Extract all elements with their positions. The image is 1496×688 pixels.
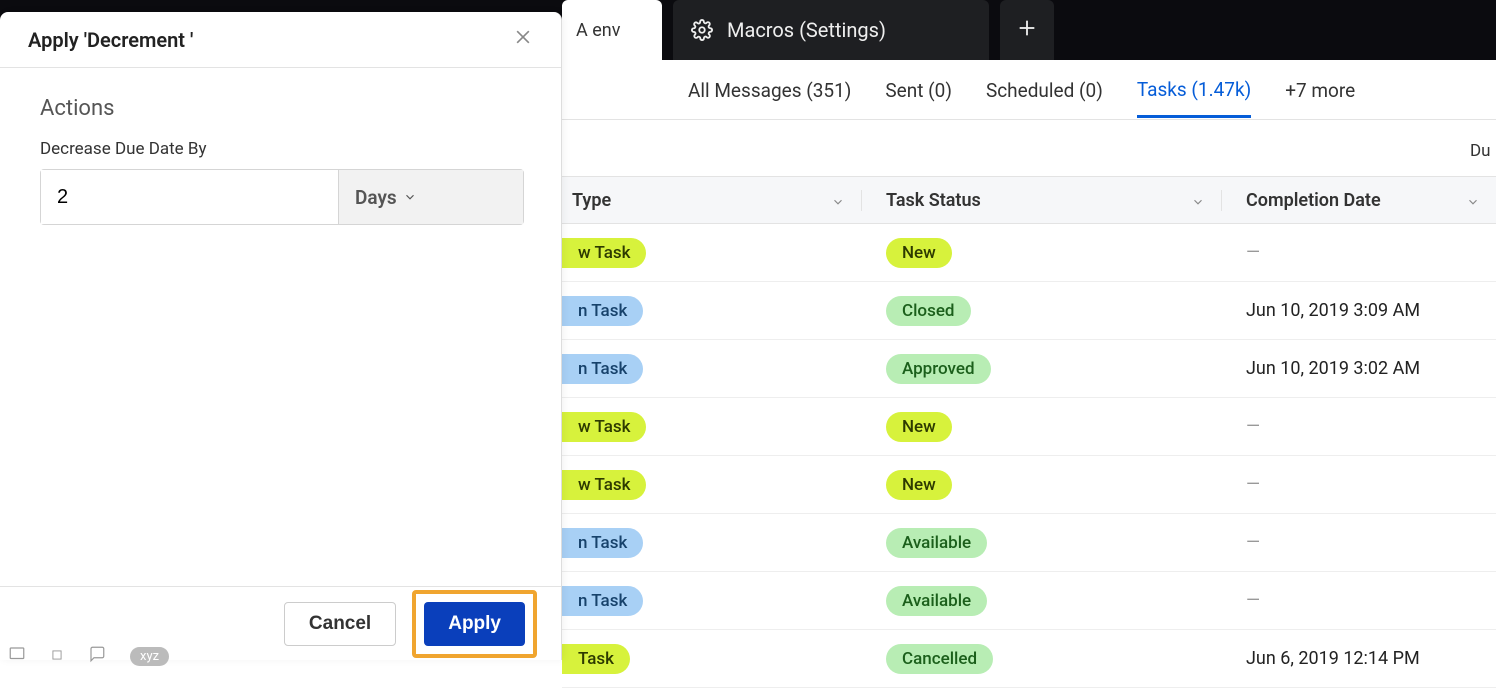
- cell-completion-date: Jun 10, 2019 3:02 AM: [1222, 358, 1496, 379]
- apply-button-highlight: Apply: [412, 590, 537, 658]
- column-header-status[interactable]: Task Status: [862, 190, 1222, 211]
- decrease-due-date-label: Decrease Due Date By: [40, 139, 521, 159]
- table-row[interactable]: w Task New —: [562, 398, 1496, 456]
- table-row[interactable]: n Task Available —: [562, 572, 1496, 630]
- subtab-sent[interactable]: Sent (0): [885, 63, 952, 116]
- type-pill: n Task: [562, 354, 643, 384]
- due-date-header-fragment: Du: [1470, 134, 1496, 168]
- actions-heading: Actions: [40, 96, 521, 121]
- cell-type: n Task: [562, 354, 862, 384]
- cell-completion-date: —: [1222, 590, 1496, 611]
- unit-select[interactable]: Days: [338, 170, 523, 224]
- status-pill: New: [886, 238, 952, 268]
- browser-tab-env[interactable]: A env: [562, 0, 662, 60]
- cell-type: w Task: [562, 412, 862, 442]
- cell-completion-date: —: [1222, 532, 1496, 553]
- table-row[interactable]: Task Cancelled Jun 6, 2019 12:14 PM: [562, 630, 1496, 688]
- type-pill: w Task: [562, 412, 646, 442]
- macros-tab-label: Macros (Settings): [727, 18, 886, 42]
- table-row[interactable]: w Task New —: [562, 224, 1496, 282]
- chevron-down-icon: [831, 193, 845, 207]
- modal-header: Apply 'Decrement ': [0, 12, 561, 68]
- cell-completion-date: Jun 10, 2019 3:09 AM: [1222, 300, 1496, 321]
- cell-status: Available: [862, 528, 1222, 558]
- apply-button[interactable]: Apply: [424, 602, 525, 646]
- cell-type: n Task: [562, 296, 862, 326]
- column-completion-label: Completion Date: [1246, 190, 1381, 211]
- subtabs-row: All Messages (351) Sent (0) Scheduled (0…: [562, 60, 1496, 120]
- unit-label: Days: [355, 186, 397, 209]
- apply-decrement-modal: Apply 'Decrement ' Actions Decrease Due …: [0, 12, 562, 660]
- cell-completion-date: —: [1222, 474, 1496, 495]
- cell-status: Approved: [862, 354, 1222, 384]
- gear-icon: [691, 19, 713, 41]
- modal-title: Apply 'Decrement ': [28, 28, 193, 52]
- subtab-more[interactable]: +7 more: [1285, 63, 1355, 116]
- status-pill: Available: [886, 528, 987, 558]
- status-pill: New: [886, 470, 952, 500]
- type-pill: n Task: [562, 528, 643, 558]
- chevron-down-icon: [1466, 193, 1480, 207]
- type-pill: n Task: [562, 586, 643, 616]
- column-type-label: Type: [572, 190, 611, 211]
- column-status-label: Task Status: [886, 190, 981, 211]
- decrease-value-input[interactable]: [41, 170, 338, 224]
- close-icon: [513, 28, 533, 52]
- xyz-badge: xyz: [130, 647, 169, 666]
- bottom-status-bar: xyz: [8, 645, 169, 668]
- table-row[interactable]: w Task New —: [562, 456, 1496, 514]
- browser-tab-macros[interactable]: Macros (Settings): [673, 0, 989, 60]
- table-header-row: Type Task Status Completion Date: [562, 176, 1496, 224]
- type-pill: n Task: [562, 296, 643, 326]
- cell-type: Task: [562, 644, 862, 674]
- cancel-button[interactable]: Cancel: [284, 602, 396, 646]
- chat-icon: [88, 645, 106, 668]
- subtab-scheduled[interactable]: Scheduled (0): [986, 63, 1103, 116]
- cell-type: n Task: [562, 586, 862, 616]
- cell-completion-date: —: [1222, 416, 1496, 437]
- cell-status: New: [862, 238, 1222, 268]
- column-header-completion[interactable]: Completion Date: [1222, 190, 1496, 211]
- cell-status: Closed: [862, 296, 1222, 326]
- decrease-due-date-field: Days: [40, 169, 524, 225]
- subtab-tasks[interactable]: Tasks (1.47k): [1137, 62, 1251, 118]
- window-icon: [8, 645, 26, 668]
- table-body: w Task New — n Task Closed Jun 10, 2019 3:09 …: [562, 224, 1496, 670]
- plus-icon: [1016, 17, 1038, 44]
- status-pill: Cancelled: [886, 644, 993, 674]
- env-tab-label: A env: [576, 20, 620, 41]
- status-pill: New: [886, 412, 952, 442]
- table-row[interactable]: n Task Available —: [562, 514, 1496, 572]
- cell-status: New: [862, 412, 1222, 442]
- cell-status: Available: [862, 586, 1222, 616]
- status-pill: Available: [886, 586, 987, 616]
- status-pill: Approved: [886, 354, 991, 384]
- square-icon: [50, 646, 64, 667]
- cell-type: w Task: [562, 238, 862, 268]
- type-pill: w Task: [562, 238, 646, 268]
- chevron-down-icon: [403, 186, 417, 209]
- modal-body: Actions Decrease Due Date By Days: [0, 68, 561, 586]
- column-header-type[interactable]: Type: [562, 190, 862, 211]
- table-row[interactable]: n Task Approved Jun 10, 2019 3:02 AM: [562, 340, 1496, 398]
- new-tab-button[interactable]: [1000, 0, 1054, 60]
- chevron-down-icon: [1191, 193, 1205, 207]
- cell-type: n Task: [562, 528, 862, 558]
- subtab-all-messages[interactable]: All Messages (351): [688, 63, 851, 116]
- status-pill: Closed: [886, 296, 971, 326]
- cell-status: Cancelled: [862, 644, 1222, 674]
- type-pill: w Task: [562, 470, 646, 500]
- cell-completion-date: —: [1222, 242, 1496, 263]
- cell-status: New: [862, 470, 1222, 500]
- cell-type: w Task: [562, 470, 862, 500]
- table-row[interactable]: n Task Closed Jun 10, 2019 3:09 AM: [562, 282, 1496, 340]
- type-pill: Task: [562, 644, 630, 674]
- cell-completion-date: Jun 6, 2019 12:14 PM: [1222, 648, 1496, 669]
- close-button[interactable]: [513, 27, 533, 52]
